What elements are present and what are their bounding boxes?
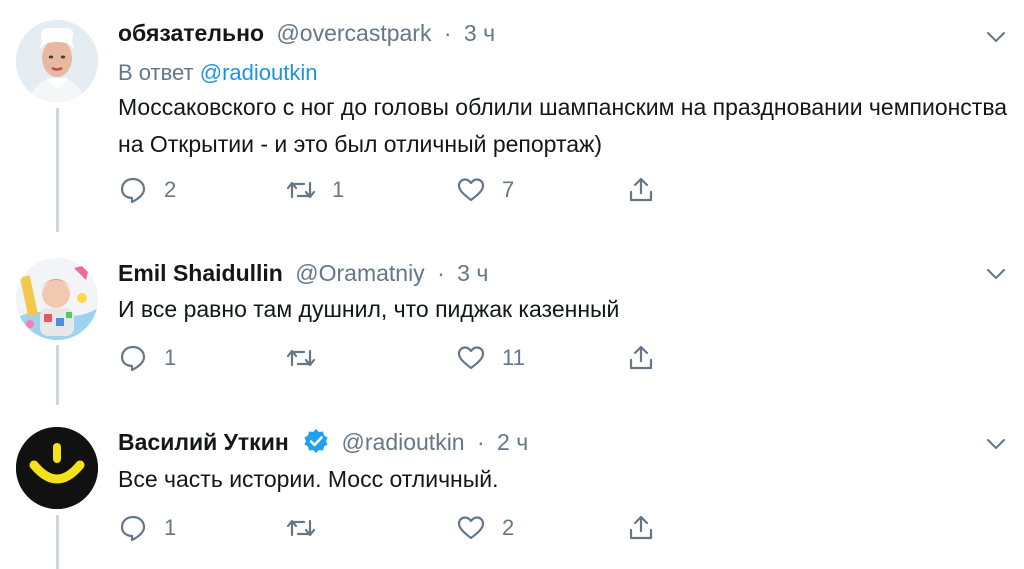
reply-mention-link[interactable]: @radioutkin [200, 60, 318, 85]
separator-dot: · [476, 429, 485, 455]
reply-icon [120, 515, 146, 542]
share-icon [629, 345, 653, 370]
tweet-header: обязательно @overcastpark · 3 ч [118, 20, 495, 50]
like-button[interactable]: 2 [456, 513, 514, 543]
author-handle[interactable]: @overcastpark [276, 20, 431, 46]
separator-dot: · [437, 260, 445, 286]
like-icon [457, 346, 485, 370]
reply-count: 2 [164, 177, 177, 202]
reply-icon [120, 177, 146, 204]
like-count: 7 [502, 177, 515, 202]
author-handle[interactable]: @radioutkin [342, 429, 465, 455]
like-icon [457, 178, 485, 202]
share-icon [629, 515, 653, 540]
retweet-button[interactable] [286, 343, 332, 373]
author-handle[interactable]: @Oramatniy [295, 260, 424, 286]
avatar-image [16, 427, 98, 509]
reply-button[interactable]: 1 [118, 343, 176, 373]
reply-count: 1 [164, 515, 177, 540]
tweet-header: Emil Shaidullin @Oramatniy · 3 ч [118, 260, 488, 290]
author-name[interactable]: обязательно [118, 20, 264, 46]
retweet-icon [286, 349, 316, 367]
share-button[interactable] [626, 513, 656, 543]
tweet[interactable]: Василий Уткин @radioutkin · 2 ч Все част… [0, 405, 1024, 569]
share-button[interactable] [626, 343, 656, 373]
tweet-text: Все часть истории. Мосс отличный. [118, 466, 499, 492]
avatar[interactable] [16, 258, 98, 340]
avatar[interactable] [16, 427, 98, 509]
like-button[interactable]: 7 [456, 175, 514, 205]
like-count: 2 [502, 515, 515, 540]
chevron-down-icon[interactable] [985, 433, 1007, 455]
reply-icon [120, 345, 146, 372]
chevron-down-icon[interactable] [985, 26, 1007, 48]
reply-count: 1 [164, 345, 177, 370]
tweet-text: Моссаковского с ног до головы облили шам… [118, 94, 1008, 157]
share-button[interactable] [626, 175, 656, 205]
chevron-down-icon[interactable] [985, 263, 1007, 285]
reply-button[interactable]: 1 [118, 513, 176, 543]
retweet-button[interactable] [286, 513, 332, 543]
timestamp[interactable]: 2 ч [497, 429, 528, 455]
author-name[interactable]: Василий Уткин [118, 429, 289, 455]
retweet-icon [286, 519, 316, 537]
tweet-text: И все равно там душнил, что пиджак казен… [118, 296, 620, 322]
retweet-button[interactable]: 1 [286, 175, 344, 205]
verified-badge-icon [304, 429, 328, 453]
tweet[interactable]: Emil Shaidullin @Oramatniy · 3 ч И все р… [0, 235, 1024, 405]
reply-context: В ответ @radioutkin [118, 60, 318, 86]
tweet[interactable]: обязательно @overcastpark · 3 ч В ответ … [0, 0, 1024, 235]
timestamp[interactable]: 3 ч [464, 20, 495, 46]
author-name[interactable]: Emil Shaidullin [118, 260, 283, 286]
retweet-icon [286, 181, 316, 199]
like-button[interactable]: 11 [456, 343, 525, 373]
tweet-header: Василий Уткин @radioutkin · 2 ч [118, 428, 528, 458]
reply-button[interactable]: 2 [118, 175, 176, 205]
like-count: 11 [502, 345, 525, 370]
share-icon [629, 177, 653, 202]
retweet-count: 1 [332, 177, 345, 202]
like-icon [457, 516, 485, 540]
avatar[interactable] [16, 20, 98, 102]
separator-dot: · [443, 20, 452, 46]
avatar-image [16, 20, 98, 102]
reply-prefix: В ответ [118, 60, 194, 85]
avatar-image [16, 258, 98, 340]
timestamp[interactable]: 3 ч [457, 260, 488, 286]
